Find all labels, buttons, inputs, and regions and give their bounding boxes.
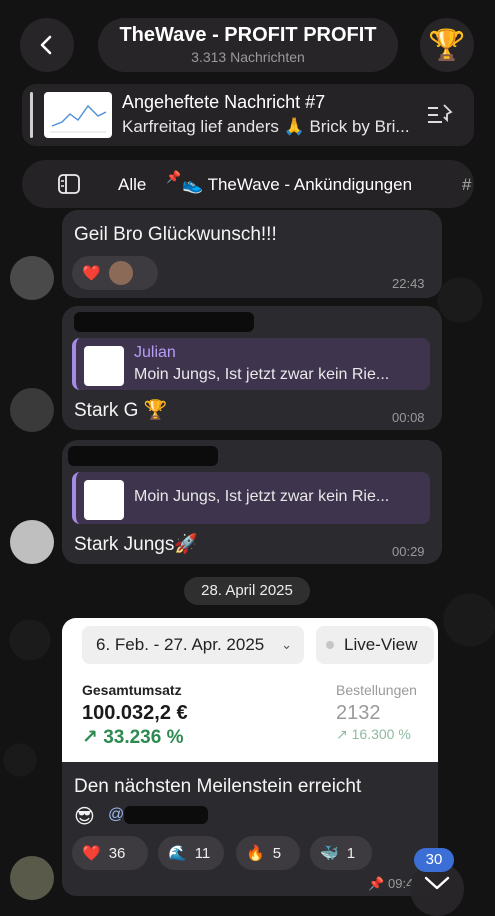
revenue-value: 100.032,2 € xyxy=(82,702,188,724)
message-bubble: Julian Moin Jungs, Ist jetzt zwar kein R… xyxy=(62,306,442,430)
redacted-sender xyxy=(68,446,218,466)
fire-icon: 🔥 xyxy=(246,845,265,862)
reply-text: Moin Jungs, Ist jetzt zwar kein Rie... xyxy=(134,366,390,383)
date-divider: 28. April 2025 xyxy=(184,577,310,605)
reaction-chip[interactable]: 🔥 5 xyxy=(236,836,300,870)
avatar[interactable] xyxy=(10,856,54,900)
reaction-chip[interactable]: ❤️ 36 xyxy=(72,836,148,870)
reply-preview[interactable]: Moin Jungs, Ist jetzt zwar kein Rie... xyxy=(72,472,430,524)
pinned-list-icon[interactable] xyxy=(426,102,454,128)
message-text: Den nächsten Meilenstein erreicht xyxy=(74,776,362,797)
message-time: 22:43 xyxy=(392,276,425,291)
reaction-count: 11 xyxy=(194,844,211,862)
message-time: 00:29 xyxy=(392,544,425,559)
message-bubble: Moin Jungs, Ist jetzt zwar kein Rie... S… xyxy=(62,440,442,564)
orders-value: 2132 xyxy=(336,702,381,724)
back-button[interactable] xyxy=(20,18,74,72)
reaction-count: 5 xyxy=(272,844,282,862)
tab-more[interactable]: # xyxy=(462,175,471,195)
date-range-select: 6. Feb. - 27. Apr. 2025 ⌄ xyxy=(82,626,304,664)
message-count: 3.313 Nachrichten xyxy=(191,49,305,65)
channel-avatar-button[interactable]: 🏆 xyxy=(420,18,474,72)
message-bubble: Den nächsten Meilenstein erreicht 😎 @ ❤️… xyxy=(62,762,438,896)
stats-screenshot[interactable]: 6. Feb. - 27. Apr. 2025 ⌄ Live-View Gesa… xyxy=(62,618,438,762)
revenue-growth: ↗ 33.236 % xyxy=(82,727,184,748)
reply-thumbnail xyxy=(84,346,124,386)
message-time: 00:08 xyxy=(392,410,425,425)
chat-header: TheWave - PROFIT PROFIT 3.313 Nachrichte… xyxy=(0,0,495,90)
reply-sender: Julian xyxy=(134,344,176,361)
live-dot-icon xyxy=(326,641,334,649)
live-view-button: Live-View xyxy=(316,626,434,664)
tab-all[interactable]: Alle xyxy=(118,175,146,195)
pin-icon: 📌 xyxy=(368,876,385,891)
pinned-preview: Karfreitag lief anders 🙏 Brick by Bri... xyxy=(122,117,410,136)
avatar[interactable] xyxy=(10,520,54,564)
reaction-chip[interactable]: 🌊 11 xyxy=(158,836,224,870)
reply-thumbnail xyxy=(84,480,124,520)
pinned-title: Angeheftete Nachricht #7 xyxy=(122,92,326,112)
pinned-thumbnail xyxy=(44,92,112,138)
avatar[interactable] xyxy=(10,388,54,432)
reaction-count: 36 xyxy=(108,844,126,862)
mention-link[interactable]: @ xyxy=(108,806,124,824)
chat-title-pill[interactable]: TheWave - PROFIT PROFIT 3.313 Nachrichte… xyxy=(98,18,398,72)
chat-title: TheWave - PROFIT PROFIT xyxy=(119,24,377,46)
reaction-chip[interactable]: ❤️ xyxy=(72,256,158,290)
reaction-chip[interactable]: 🐳 1 xyxy=(310,836,372,870)
reply-preview[interactable]: Julian Moin Jungs, Ist jetzt zwar kein R… xyxy=(72,338,430,390)
revenue-label: Gesamtumsatz xyxy=(82,682,182,698)
whale-icon: 🐳 xyxy=(320,845,339,862)
orders-label: Bestellungen xyxy=(336,682,417,698)
topic-tabs: Alle 📌 👟 TheWave - Ankündigungen # xyxy=(22,160,474,208)
unread-count-badge: 30 xyxy=(414,848,454,872)
date-range-label: 6. Feb. - 27. Apr. 2025 xyxy=(96,635,265,654)
heart-icon: ❤️ xyxy=(82,265,101,282)
avatar[interactable] xyxy=(10,256,54,300)
chevron-down-icon: ⌄ xyxy=(281,637,292,652)
message-bubble: Geil Bro Glückwunsch!!! ❤️ 22:43 xyxy=(62,210,442,298)
redacted-sender xyxy=(74,312,254,332)
sunglasses-emoji: 😎 xyxy=(74,806,95,828)
heart-icon: ❤️ xyxy=(82,845,101,862)
chevron-left-icon xyxy=(40,35,52,55)
message-text: Stark G 🏆 xyxy=(74,400,168,421)
trophy-icon: 🏆 xyxy=(428,28,466,62)
live-view-label: Live-View xyxy=(344,635,418,654)
pinned-indicator xyxy=(30,92,33,138)
pinned-message-bar[interactable]: Angeheftete Nachricht #7 Karfreitag lief… xyxy=(22,84,474,146)
message-text: Geil Bro Glückwunsch!!! xyxy=(74,224,277,245)
reply-text: Moin Jungs, Ist jetzt zwar kein Rie... xyxy=(134,488,390,505)
redacted-mention xyxy=(124,806,208,824)
pin-icon: 📌 xyxy=(166,170,181,184)
topics-list-icon[interactable] xyxy=(58,174,80,194)
message-text: Stark Jungs🚀 xyxy=(74,534,198,555)
wave-icon: 🌊 xyxy=(168,845,187,862)
reaction-count: 1 xyxy=(346,844,356,862)
avatar xyxy=(108,261,133,285)
orders-growth: ↗ 16.300 % xyxy=(336,726,411,742)
tab-announcements[interactable]: 👟 TheWave - Ankündigungen xyxy=(182,175,412,195)
